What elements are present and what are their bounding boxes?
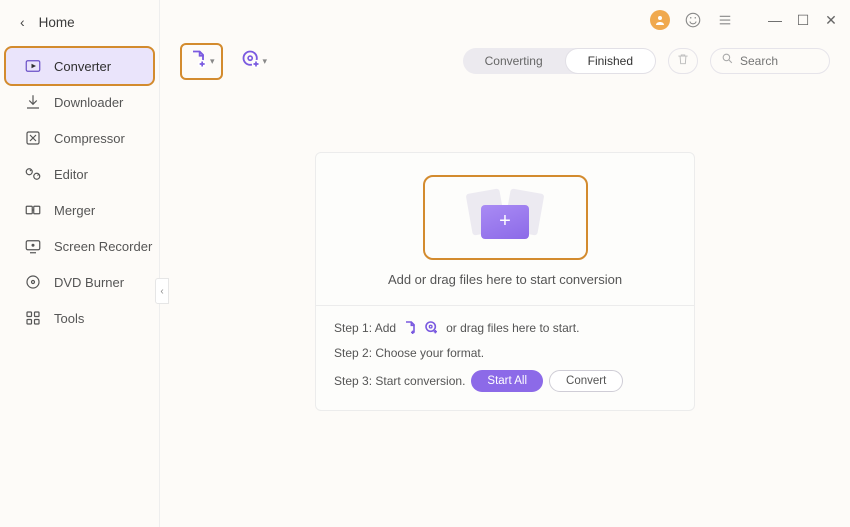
content-area: + Add or drag files here to start conver…: [160, 82, 850, 527]
tools-icon: [24, 309, 42, 327]
step-2: Step 2: Choose your format.: [334, 346, 676, 360]
drop-card: + Add or drag files here to start conver…: [315, 152, 695, 411]
search-icon: [721, 52, 734, 70]
main-panel: — ☐ ✕ ▾ ▾ Converting Finished: [159, 0, 850, 527]
step-1: Step 1: Add or drag files here to start.: [334, 320, 676, 336]
trash-icon: [676, 52, 690, 71]
sidebar-item-editor[interactable]: Editor: [6, 156, 153, 192]
status-tabs: Converting Finished: [463, 48, 656, 74]
step-3: Step 3: Start conversion. Start All Conv…: [334, 370, 676, 392]
folder-add-icon: +: [475, 197, 535, 239]
start-all-button[interactable]: Start All: [471, 370, 543, 392]
sidebar: ‹ Home Converter Downloader Compressor E…: [0, 0, 159, 527]
add-file-icon: [188, 49, 208, 74]
toolbar-right: Converting Finished: [463, 48, 830, 74]
drop-headline: Add or drag files here to start conversi…: [388, 272, 622, 287]
search-field[interactable]: [710, 48, 830, 74]
app-root: ‹ Home Converter Downloader Compressor E…: [0, 0, 850, 527]
add-disc-button[interactable]: ▾: [235, 45, 274, 78]
sidebar-item-label: Compressor: [54, 131, 125, 146]
downloader-icon: [24, 93, 42, 111]
home-nav[interactable]: ‹ Home: [0, 14, 159, 48]
add-disc-icon: [241, 49, 261, 74]
titlebar: — ☐ ✕: [160, 0, 850, 40]
sidebar-item-downloader[interactable]: Downloader: [6, 84, 153, 120]
clear-button[interactable]: [668, 48, 698, 74]
sidebar-item-converter[interactable]: Converter: [6, 48, 153, 84]
chevron-down-icon: ▾: [210, 56, 215, 67]
sidebar-item-screen-recorder[interactable]: Screen Recorder: [6, 228, 153, 264]
back-icon: ‹: [20, 14, 25, 30]
sidebar-collapse-handle[interactable]: ‹: [155, 278, 169, 304]
tab-converting[interactable]: Converting: [463, 48, 565, 74]
window-minimize[interactable]: —: [768, 13, 782, 27]
sidebar-item-label: Editor: [54, 167, 88, 182]
sidebar-item-compressor[interactable]: Compressor: [6, 120, 153, 156]
dvd-burner-icon: [24, 273, 42, 291]
screen-recorder-icon: [24, 237, 42, 255]
add-file-icon: [402, 320, 418, 336]
drop-steps: Step 1: Add or drag files here to start.…: [316, 305, 694, 410]
sidebar-item-tools[interactable]: Tools: [6, 300, 153, 336]
compressor-icon: [24, 129, 42, 147]
sidebar-item-dvd-burner[interactable]: DVD Burner: [6, 264, 153, 300]
chevron-down-icon: ▾: [263, 56, 268, 67]
sidebar-item-label: Merger: [54, 203, 95, 218]
user-avatar-icon[interactable]: [650, 10, 670, 30]
converter-icon: [24, 57, 42, 75]
toolbar: ▾ ▾ Converting Finished: [160, 40, 850, 82]
sidebar-item-label: Screen Recorder: [54, 239, 152, 254]
sidebar-item-label: DVD Burner: [54, 275, 124, 290]
drop-zone[interactable]: + Add or drag files here to start conver…: [316, 153, 694, 305]
sidebar-item-merger[interactable]: Merger: [6, 192, 153, 228]
sidebar-item-label: Tools: [54, 311, 84, 326]
search-input[interactable]: [740, 54, 820, 68]
sidebar-nav: Converter Downloader Compressor Editor M…: [0, 48, 159, 336]
sidebar-item-label: Downloader: [54, 95, 123, 110]
add-file-button[interactable]: ▾: [180, 43, 223, 80]
window-close[interactable]: ✕: [824, 13, 838, 27]
merger-icon: [24, 201, 42, 219]
convert-button[interactable]: Convert: [549, 370, 623, 392]
tab-finished[interactable]: Finished: [565, 48, 656, 74]
drop-illustration[interactable]: +: [423, 175, 588, 260]
menu-icon[interactable]: [716, 11, 734, 29]
home-label: Home: [39, 15, 75, 30]
support-icon[interactable]: [684, 11, 702, 29]
sidebar-item-label: Converter: [54, 59, 111, 74]
editor-icon: [24, 165, 42, 183]
add-disc-icon: [424, 320, 440, 336]
window-maximize[interactable]: ☐: [796, 13, 810, 27]
